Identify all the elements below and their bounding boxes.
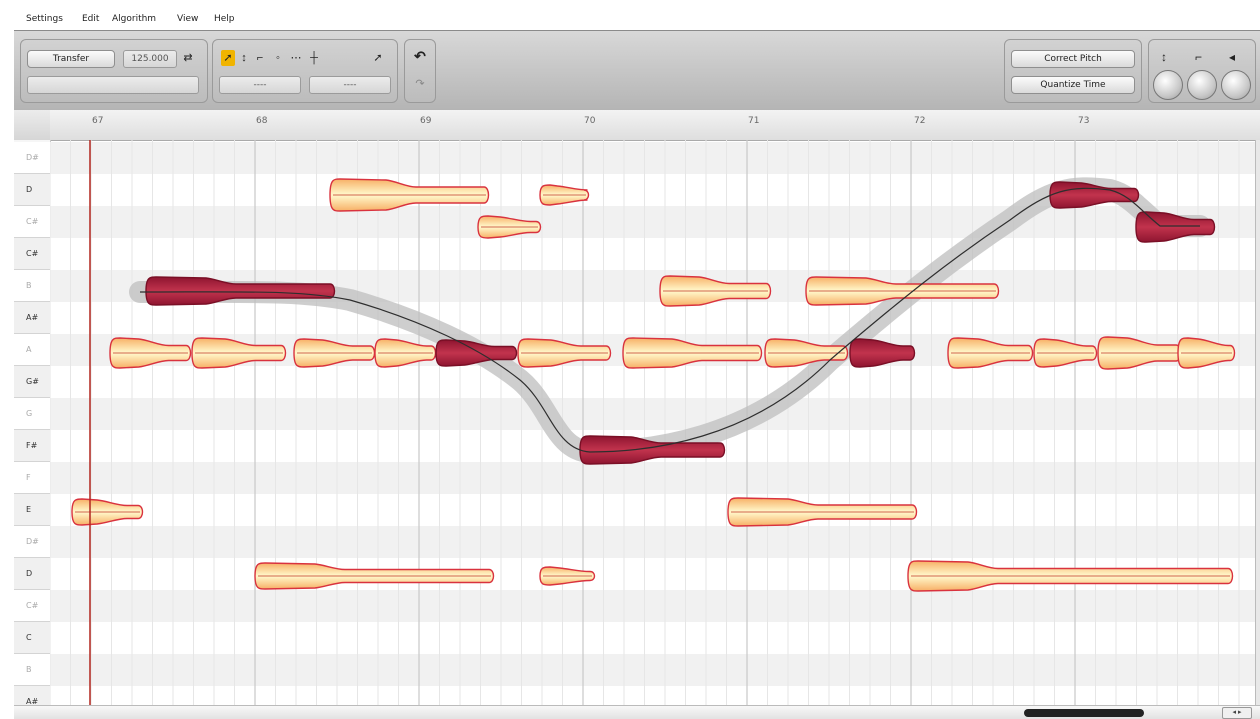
quantize-time-button[interactable]: Quantize Time	[1011, 76, 1135, 94]
pitch-tool-icon[interactable]: ↕	[237, 50, 251, 66]
ruler-bar-71: 71	[748, 116, 760, 126]
macro-group: ↕ ⌐ ◂	[1148, 39, 1256, 103]
key-f[interactable]: F	[14, 462, 50, 494]
formant-icon: ⌐	[1195, 50, 1203, 64]
piano-keyboard: D# D C# C# B A# A G# G F# F E D# D C# C B A#	[14, 140, 51, 705]
correct-pitch-button[interactable]: Correct Pitch	[1011, 50, 1135, 68]
key-d[interactable]: D	[14, 558, 50, 590]
menu-algorithm[interactable]: Algorithm	[112, 14, 156, 24]
menu-edit[interactable]: Edit	[82, 14, 99, 24]
key-gsharp[interactable]: G#	[14, 366, 50, 398]
pitch-value-field: ----	[219, 76, 301, 94]
pitch-lane	[50, 526, 1255, 558]
transfer-group: Transfer 125.000 ⇄	[20, 39, 208, 103]
key-g[interactable]: G	[14, 398, 50, 430]
key-csharp[interactable]: C#	[14, 206, 50, 238]
tempo-field[interactable]: 125.000	[123, 50, 177, 68]
bar-ruler[interactable]: 67 68 69 70 71 72 73	[50, 110, 1260, 141]
redo-icon[interactable]: ↷	[413, 76, 427, 92]
key-asharp[interactable]: A#	[14, 302, 50, 334]
pitch-lane	[50, 398, 1255, 430]
amplitude-tool-icon[interactable]: ◦	[271, 50, 285, 66]
ruler-bar-68: 68	[256, 116, 268, 126]
key-b[interactable]: B	[14, 654, 50, 686]
key-dsharp[interactable]: D#	[14, 526, 50, 558]
ruler-corner	[14, 110, 51, 141]
horizontal-scrollbar[interactable]: ◂ ▸	[14, 705, 1260, 719]
undo-icon[interactable]: ↶	[413, 48, 427, 64]
note-editor[interactable]	[50, 140, 1255, 705]
pitch-lane	[50, 494, 1255, 526]
pitch-lane	[50, 590, 1255, 622]
ruler-bar-72: 72	[914, 116, 926, 126]
scroll-arrows[interactable]: ◂ ▸	[1222, 707, 1252, 719]
toolbar: Transfer 125.000 ⇄ ➚ ↕ ⌐ ◦ ⋯ ┼ ➚ ---- --…	[14, 30, 1260, 112]
amplitude-icon: ◂	[1229, 50, 1236, 64]
formant-knob[interactable]	[1187, 70, 1217, 100]
key-d[interactable]: D	[14, 174, 50, 206]
ruler-bar-70: 70	[584, 116, 596, 126]
formant-tool-icon[interactable]: ⌐	[253, 50, 267, 66]
key-fsharp[interactable]: F#	[14, 430, 50, 462]
undo-group: ↶ ↷	[404, 39, 436, 103]
amplitude-knob[interactable]	[1221, 70, 1251, 100]
pitch-lane	[50, 142, 1255, 174]
editor-canvas[interactable]	[50, 140, 1255, 705]
pitch-icon: ↕	[1161, 50, 1167, 64]
key-e[interactable]: E	[14, 494, 50, 526]
key-csharp[interactable]: C#	[14, 238, 50, 270]
pointer-scroll-icon[interactable]: ➚	[371, 50, 385, 66]
link-icon[interactable]: ⇄	[181, 50, 195, 66]
ruler-bar-73: 73	[1078, 116, 1090, 126]
pitch-lane	[50, 206, 1255, 238]
pitch-lane	[50, 238, 1255, 270]
pitch-lane	[50, 302, 1255, 334]
menu-view[interactable]: View	[177, 14, 198, 24]
key-csharp[interactable]: C#	[14, 590, 50, 622]
time-value-field: ----	[309, 76, 391, 94]
ruler-bar-67: 67	[92, 116, 104, 126]
ruler-bar-69: 69	[420, 116, 432, 126]
pointer-icon[interactable]: ➚	[221, 50, 235, 66]
key-c[interactable]: C	[14, 622, 50, 654]
note-separation-icon[interactable]: ⋯	[289, 50, 303, 66]
menu-help[interactable]: Help	[214, 14, 235, 24]
key-a[interactable]: A	[14, 334, 50, 366]
key-dsharp[interactable]: D#	[14, 142, 50, 174]
pitch-drift-knob[interactable]	[1153, 70, 1183, 100]
time-tool-icon[interactable]: ┼	[307, 50, 321, 66]
pitch-lanes	[50, 142, 1255, 705]
menu-bar: Settings Edit Algorithm View Help	[0, 0, 1260, 30]
correction-group: Correct Pitch Quantize Time	[1004, 39, 1142, 103]
pitch-lane	[50, 686, 1255, 705]
key-b[interactable]: B	[14, 270, 50, 302]
transfer-button[interactable]: Transfer	[27, 50, 115, 68]
pitch-lane	[50, 366, 1255, 398]
tools-group: ➚ ↕ ⌐ ◦ ⋯ ┼ ➚ ---- ----	[212, 39, 398, 103]
transfer-info-field	[27, 76, 199, 94]
key-asharp[interactable]: A#	[14, 686, 50, 705]
scroll-thumb[interactable]	[1024, 709, 1144, 717]
pitch-lane	[50, 654, 1255, 686]
menu-settings[interactable]: Settings	[26, 14, 63, 24]
pitch-lane	[50, 462, 1255, 494]
vertical-scrollbar[interactable]	[1255, 140, 1260, 705]
pitch-lane	[50, 622, 1255, 654]
